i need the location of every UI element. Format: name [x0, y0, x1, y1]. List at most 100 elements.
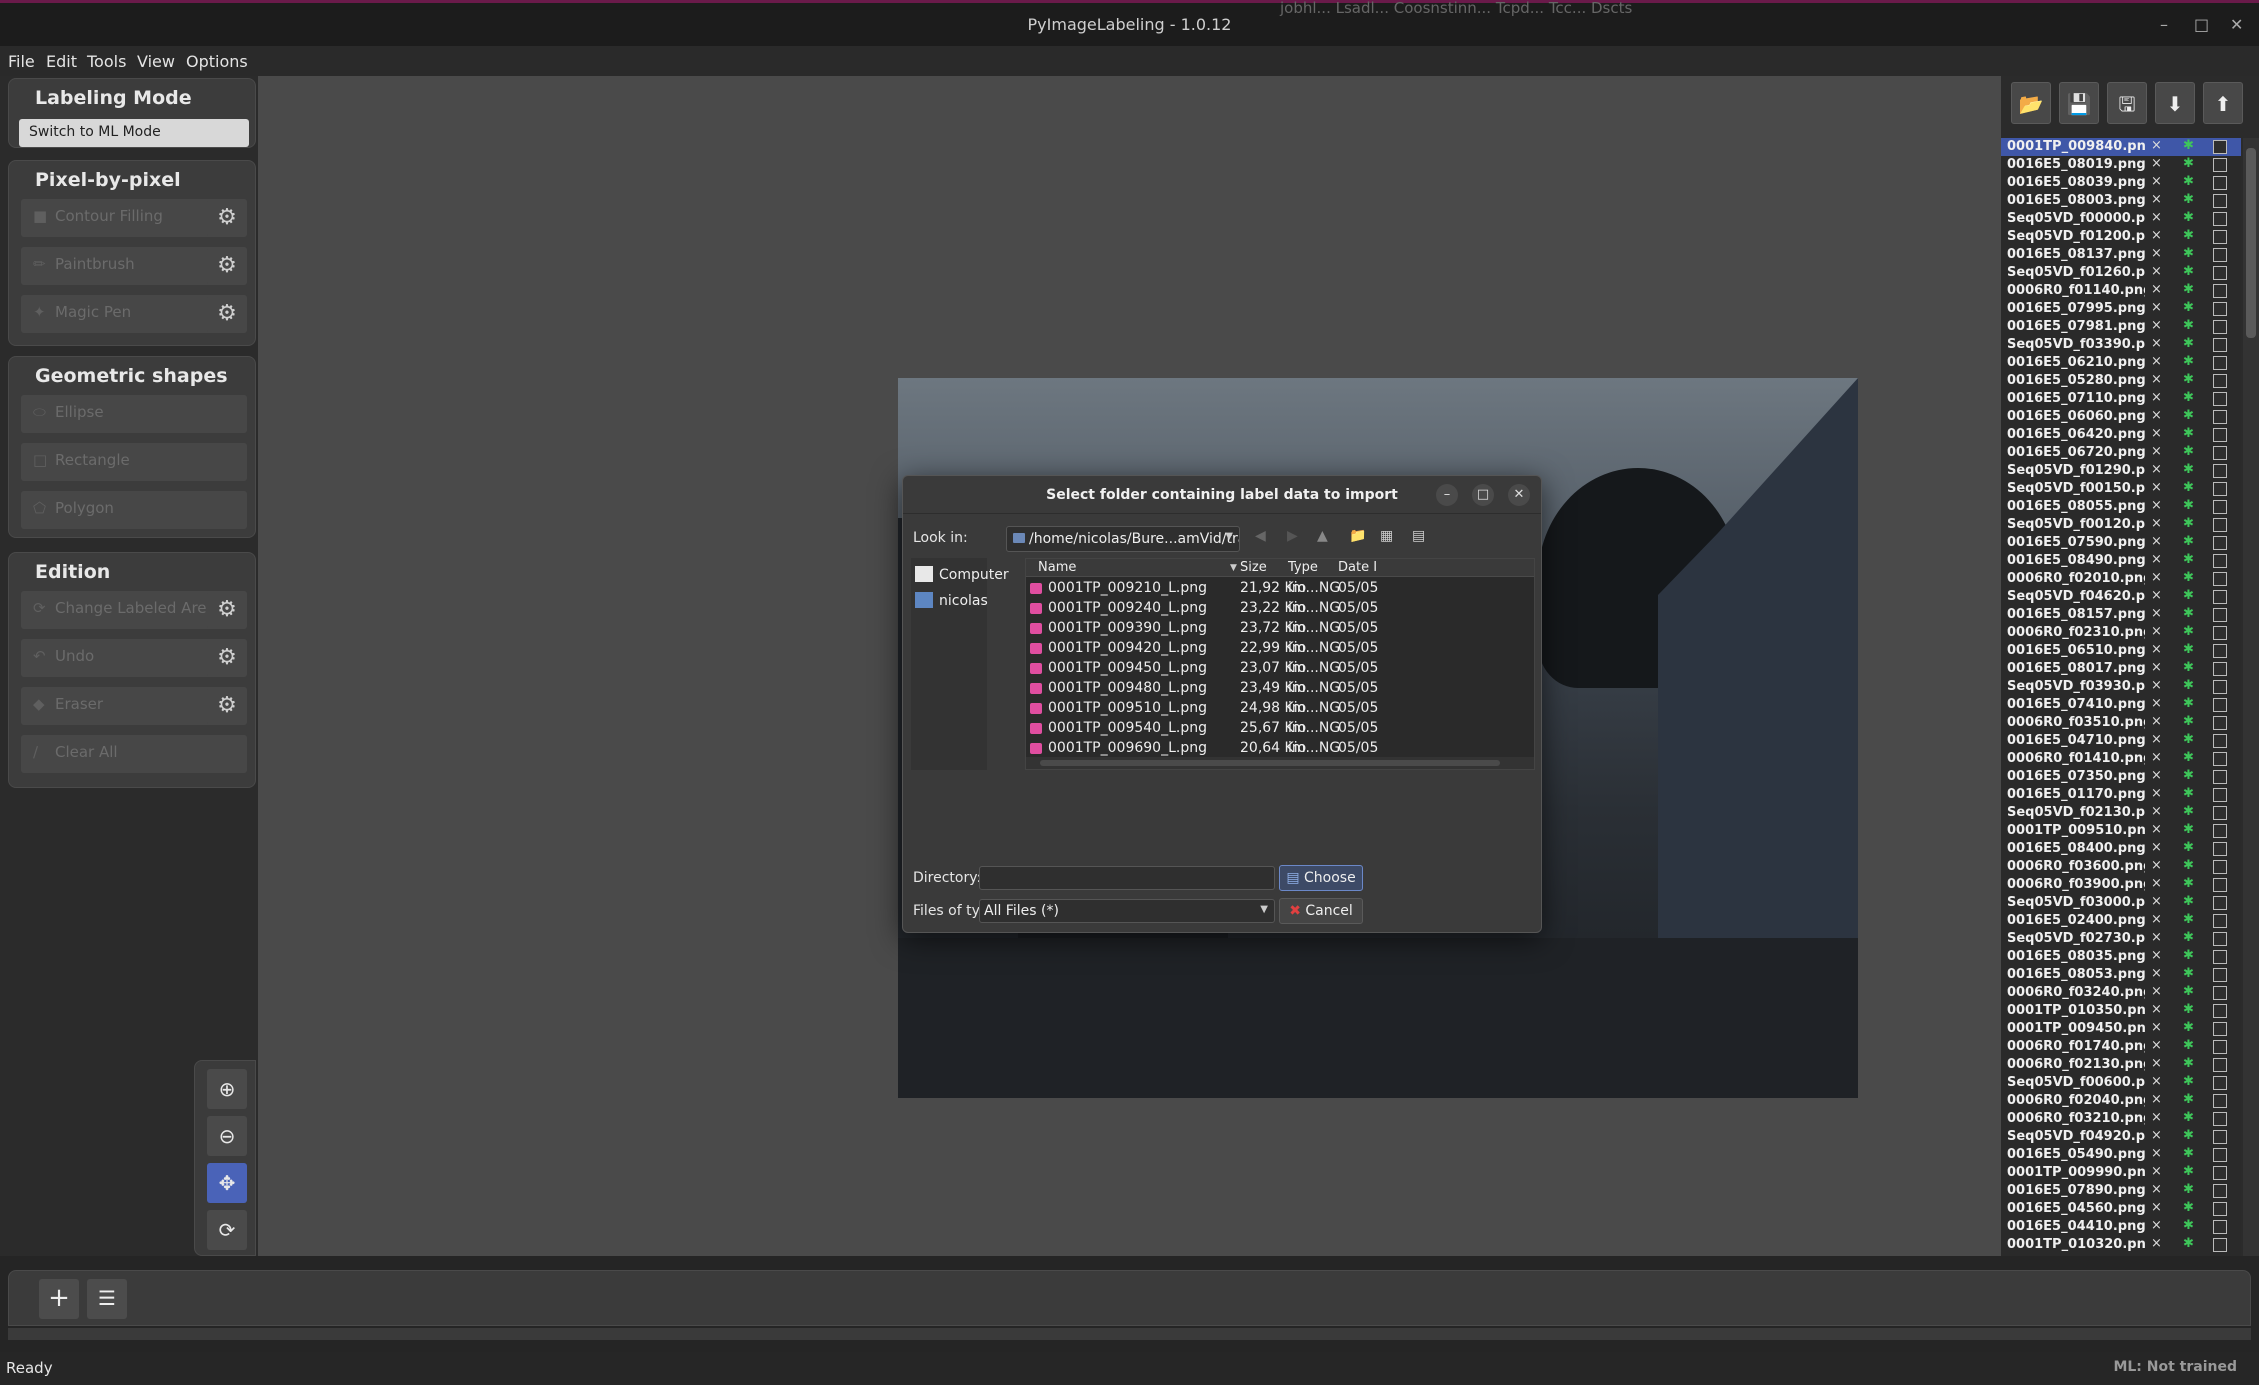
item-checkbox[interactable] [2213, 374, 2227, 388]
item-checkbox[interactable] [2213, 914, 2227, 928]
maximize-icon[interactable]: □ [2194, 15, 2209, 34]
image-list-item[interactable]: 0006R0_f03210.png × ✱ [2001, 1110, 2241, 1128]
image-list-item[interactable]: 0001TP_009510.png × ✱ [2001, 822, 2241, 840]
contour-filling-button[interactable]: ■ Contour Filling [21, 199, 213, 237]
menu-options[interactable]: Options [186, 52, 248, 71]
remove-icon[interactable]: × [2151, 588, 2162, 603]
image-list-item[interactable]: 0001TP_009840.png × ✱ [2001, 138, 2241, 156]
remove-icon[interactable]: × [2151, 1074, 2162, 1089]
item-checkbox[interactable] [2213, 1040, 2227, 1054]
remove-icon[interactable]: × [2151, 948, 2162, 963]
image-list-item[interactable]: 0016E5_02400.png × ✱ [2001, 912, 2241, 930]
item-checkbox[interactable] [2213, 158, 2227, 172]
file-list-vscrollbar[interactable] [2243, 138, 2259, 1256]
image-list-item[interactable]: 0016E5_07350.png × ✱ [2001, 768, 2241, 786]
back-icon[interactable]: ◀ [1255, 528, 1266, 544]
image-list-item[interactable]: Seq05VD_f00120.png × ✱ [2001, 516, 2241, 534]
remove-icon[interactable]: × [2151, 1038, 2162, 1053]
change-labeled-area-button[interactable]: ⟳ Change Labeled Area [21, 591, 216, 629]
item-checkbox[interactable] [2213, 860, 2227, 874]
detail-view-icon[interactable]: ▤ [1412, 528, 1425, 544]
remove-icon[interactable]: × [2151, 534, 2162, 549]
remove-icon[interactable]: × [2151, 858, 2162, 873]
polygon-button[interactable]: ⬠ Polygon [21, 491, 247, 529]
remove-icon[interactable]: × [2151, 606, 2162, 621]
remove-icon[interactable]: × [2151, 264, 2162, 279]
image-list-item[interactable]: Seq05VD_f02730.png × ✱ [2001, 930, 2241, 948]
remove-icon[interactable]: × [2151, 876, 2162, 891]
remove-icon[interactable]: × [2151, 678, 2162, 693]
image-list-item[interactable]: 0006R0_f02130.png × ✱ [2001, 1056, 2241, 1074]
file-row[interactable]: 0001TP_009690_L.png 20,64 Kio im...NG 05/05 [1026, 739, 1534, 759]
remove-icon[interactable]: × [2151, 174, 2162, 189]
item-checkbox[interactable] [2213, 986, 2227, 1000]
change-labeled-area-settings-icon[interactable]: ⚙ [207, 591, 247, 629]
layers-icon[interactable]: ☰ [87, 1279, 127, 1319]
item-checkbox[interactable] [2213, 950, 2227, 964]
image-list-item[interactable]: 0016E5_08003.png × ✱ [2001, 192, 2241, 210]
add-layer-icon[interactable]: + [39, 1279, 79, 1319]
remove-icon[interactable]: × [2151, 1020, 2162, 1035]
dialog-close-icon[interactable]: ✕ [1508, 484, 1530, 506]
remove-icon[interactable]: × [2151, 804, 2162, 819]
image-list-item[interactable]: Seq05VD_f04620.png × ✱ [2001, 588, 2241, 606]
item-checkbox[interactable] [2213, 1094, 2227, 1108]
item-checkbox[interactable] [2213, 626, 2227, 640]
remove-icon[interactable]: × [2151, 750, 2162, 765]
image-list-item[interactable]: Seq05VD_f00600.png × ✱ [2001, 1074, 2241, 1092]
remove-icon[interactable]: × [2151, 930, 2162, 945]
item-checkbox[interactable] [2213, 518, 2227, 532]
undo-settings-icon[interactable]: ⚙ [207, 639, 247, 677]
remove-icon[interactable]: × [2151, 768, 2162, 783]
item-checkbox[interactable] [2213, 320, 2227, 334]
item-checkbox[interactable] [2213, 932, 2227, 946]
item-checkbox[interactable] [2213, 1058, 2227, 1072]
remove-icon[interactable]: × [2151, 696, 2162, 711]
remove-icon[interactable]: × [2151, 966, 2162, 981]
image-list-item[interactable]: 0016E5_08035.png × ✱ [2001, 948, 2241, 966]
image-list-item[interactable]: 0016E5_06060.png × ✱ [2001, 408, 2241, 426]
image-list-item[interactable]: 0006R0_f03900.png × ✱ [2001, 876, 2241, 894]
image-list-item[interactable]: 0016E5_06720.png × ✱ [2001, 444, 2241, 462]
undo-button[interactable]: ↶ Undo [21, 639, 213, 677]
download-icon[interactable]: ⬇ [2155, 82, 2195, 124]
item-checkbox[interactable] [2213, 428, 2227, 442]
image-list-item[interactable]: 0016E5_01170.png × ✱ [2001, 786, 2241, 804]
ellipse-button[interactable]: ⬭ Ellipse [21, 395, 247, 433]
eraser-settings-icon[interactable]: ⚙ [207, 687, 247, 725]
remove-icon[interactable]: × [2151, 732, 2162, 747]
remove-icon[interactable]: × [2151, 840, 2162, 855]
remove-icon[interactable]: × [2151, 336, 2162, 351]
paintbrush-settings-icon[interactable]: ⚙ [207, 247, 247, 285]
image-list-item[interactable]: 0001TP_009990.png × ✱ [2001, 1164, 2241, 1182]
remove-icon[interactable]: × [2151, 894, 2162, 909]
column-name[interactable]: Name [1038, 560, 1076, 575]
remove-icon[interactable]: × [2151, 1128, 2162, 1143]
files-of-type-select[interactable]: All Files (*) ▼ [979, 899, 1275, 923]
remove-icon[interactable]: × [2151, 1146, 2162, 1161]
remove-icon[interactable]: × [2151, 372, 2162, 387]
remove-icon[interactable]: × [2151, 822, 2162, 837]
image-list-item[interactable]: Seq05VD_f00000.png × ✱ [2001, 210, 2241, 228]
item-checkbox[interactable] [2213, 338, 2227, 352]
image-list-item[interactable]: 0006R0_f01410.png × ✱ [2001, 750, 2241, 768]
image-list-item[interactable]: 0016E5_06420.png × ✱ [2001, 426, 2241, 444]
image-list-item[interactable]: 0006R0_f03600.png × ✱ [2001, 858, 2241, 876]
item-checkbox[interactable] [2213, 284, 2227, 298]
remove-icon[interactable]: × [2151, 1218, 2162, 1233]
new-folder-icon[interactable]: 📁 [1349, 528, 1366, 544]
item-checkbox[interactable] [2213, 266, 2227, 280]
close-icon[interactable]: ✕ [2230, 15, 2243, 34]
remove-icon[interactable]: × [2151, 462, 2162, 477]
parent-folder-icon[interactable]: ▲ [1317, 528, 1328, 544]
remove-icon[interactable]: × [2151, 192, 2162, 207]
image-list-item[interactable]: 0016E5_08055.png × ✱ [2001, 498, 2241, 516]
remove-icon[interactable]: × [2151, 444, 2162, 459]
directory-input[interactable] [979, 866, 1275, 890]
item-checkbox[interactable] [2213, 608, 2227, 622]
remove-icon[interactable]: × [2151, 408, 2162, 423]
image-list-item[interactable]: 0016E5_07110.png × ✱ [2001, 390, 2241, 408]
item-checkbox[interactable] [2213, 1202, 2227, 1216]
upload-icon[interactable]: ⬆ [2203, 82, 2243, 124]
image-list-item[interactable]: Seq05VD_f01260.png × ✱ [2001, 264, 2241, 282]
